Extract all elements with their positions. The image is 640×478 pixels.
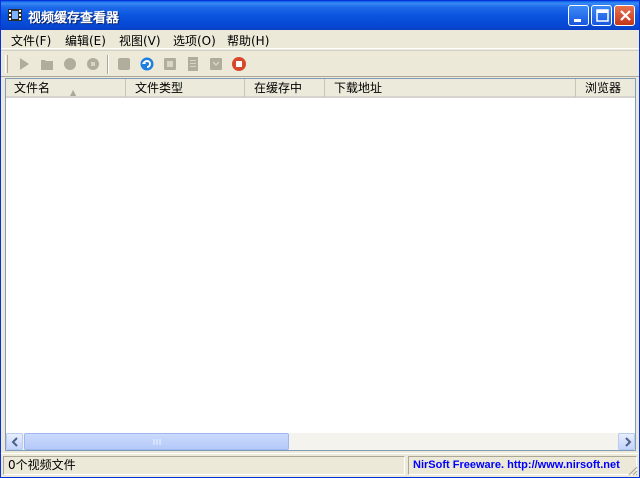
- horizontal-scrollbar[interactable]: [6, 433, 635, 450]
- menu-view[interactable]: 视图(V): [119, 32, 161, 49]
- play-icon[interactable]: [15, 55, 33, 73]
- grip-lines-icon: [153, 439, 161, 445]
- copy-icon[interactable]: [161, 55, 179, 73]
- toolbar-separator: [107, 55, 109, 74]
- app-window: 视频缓存查看器 文件(F) 编辑(E) 视图(V) 选项(O) 帮助(H) 文件…: [0, 0, 640, 478]
- menu-help[interactable]: 帮助(H): [227, 32, 269, 49]
- menu-options[interactable]: 选项(O): [173, 32, 216, 49]
- window-title: 视频缓存查看器: [28, 11, 120, 26]
- copy-circle-icon[interactable]: [84, 55, 102, 73]
- column-header-filetype[interactable]: 文件类型: [127, 79, 245, 97]
- status-bar: 0个视频文件 NirSoft Freeware. http://www.nirs…: [1, 453, 639, 477]
- properties-icon[interactable]: [184, 55, 202, 73]
- minimize-button[interactable]: [568, 5, 589, 26]
- sort-ascending-icon: ▲: [70, 88, 77, 97]
- chevron-right-icon: [625, 437, 632, 447]
- column-header-browser[interactable]: 浏览器: [577, 79, 635, 97]
- toolbar: [1, 50, 639, 77]
- minimize-icon: [574, 19, 581, 22]
- save-icon[interactable]: [115, 55, 133, 73]
- html-report-icon[interactable]: [207, 55, 225, 73]
- list-header: 文件名 ▲ 文件类型 在缓存中 下载地址 浏览器: [6, 79, 635, 98]
- close-button[interactable]: [614, 5, 635, 26]
- maximize-button[interactable]: [591, 5, 612, 26]
- video-list[interactable]: 文件名 ▲ 文件类型 在缓存中 下载地址 浏览器: [5, 78, 636, 451]
- folder-icon[interactable]: [38, 55, 56, 73]
- menu-file[interactable]: 文件(F): [11, 32, 51, 49]
- chevron-left-icon: [11, 437, 18, 447]
- stop-icon[interactable]: [230, 55, 248, 73]
- column-header-url[interactable]: 下载地址: [326, 79, 576, 97]
- scroll-thumb[interactable]: [24, 433, 289, 450]
- close-icon: [620, 10, 631, 21]
- title-bar[interactable]: 视频缓存查看器: [1, 1, 639, 30]
- refresh-icon[interactable]: [138, 55, 156, 73]
- nirsoft-link[interactable]: NirSoft Freeware. http://www.nirsoft.net: [408, 456, 637, 475]
- record-icon[interactable]: [61, 55, 79, 73]
- resize-grip-icon[interactable]: [626, 464, 638, 476]
- toolbar-grip[interactable]: [5, 55, 8, 73]
- film-icon: [8, 9, 22, 21]
- column-header-filename[interactable]: 文件名 ▲: [6, 79, 126, 97]
- maximize-icon: [596, 9, 609, 22]
- menu-edit[interactable]: 编辑(E): [65, 32, 106, 49]
- status-count: 0个视频文件: [3, 456, 405, 475]
- menu-bar: 文件(F) 编辑(E) 视图(V) 选项(O) 帮助(H): [1, 30, 639, 49]
- scroll-right-button[interactable]: [618, 433, 635, 450]
- scroll-left-button[interactable]: [6, 433, 23, 450]
- column-header-incache[interactable]: 在缓存中: [246, 79, 325, 97]
